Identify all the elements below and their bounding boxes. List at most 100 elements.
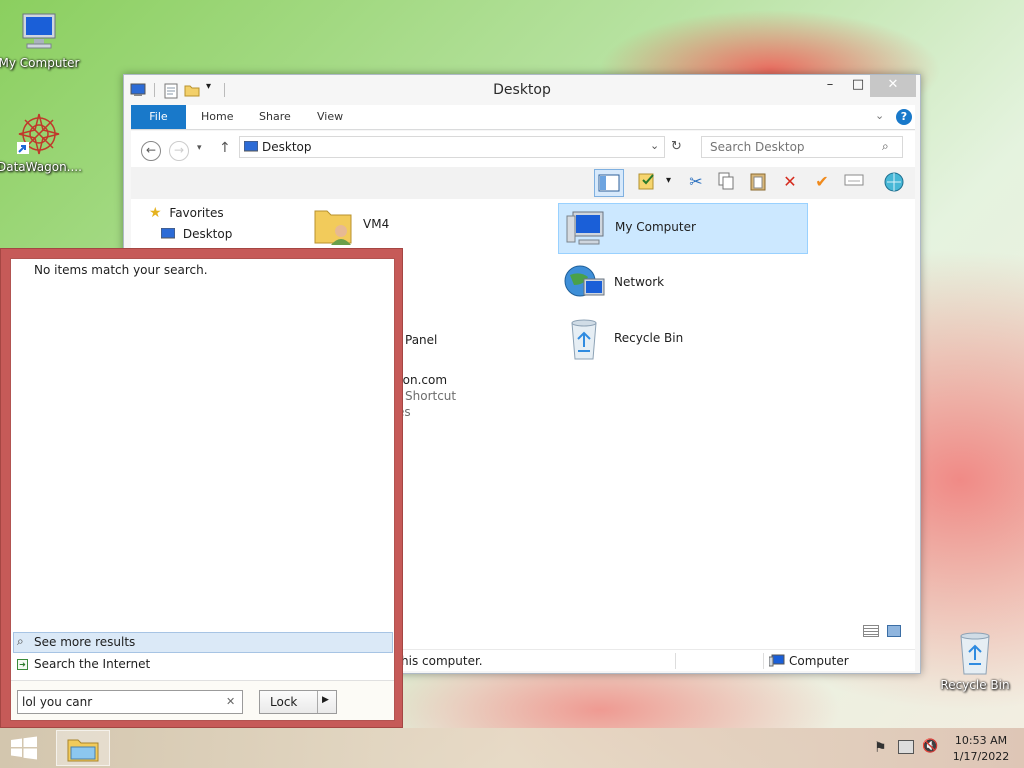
clock[interactable]: 10:53 AM 1/17/2022: [946, 733, 1016, 765]
item-name: Recycle Bin: [614, 331, 684, 345]
minimize-button[interactable]: –: [816, 75, 844, 97]
refresh-icon[interactable]: ↻: [671, 139, 682, 154]
search-placeholder: Search Desktop: [710, 140, 805, 154]
address-bar[interactable]: Desktop ⌄: [239, 136, 665, 158]
select-icon[interactable]: [636, 171, 658, 193]
nav-desktop-label: Desktop: [182, 227, 233, 241]
start-button[interactable]: [10, 736, 38, 760]
item-name: VM4: [363, 217, 390, 231]
status-text: his computer.: [401, 654, 483, 668]
recycle-bin-icon: [571, 319, 597, 360]
item-name: Network: [614, 275, 665, 289]
status-location: Computer: [789, 654, 849, 668]
lock-button[interactable]: Lock ▶: [259, 690, 337, 714]
item-name: My Computer: [615, 220, 696, 234]
recent-locations-icon[interactable]: ▾: [197, 143, 202, 153]
search-panel-body: No items match your search. ⌕ See more r…: [10, 258, 395, 721]
address-dropdown-icon[interactable]: ⌄: [650, 139, 659, 152]
action-center-flag-icon[interactable]: ⚑: [874, 740, 887, 756]
up-button[interactable]: ↑: [219, 140, 231, 156]
desktop-nav-icon: [160, 227, 176, 239]
user-folder-icon: [314, 210, 352, 245]
search-internet-label: Search the Internet: [34, 657, 151, 671]
search-results-list: No items match your search. ⌕ See more r…: [11, 259, 394, 679]
desktop-icon-label: DataWagon....: [0, 160, 82, 174]
status-divider: [675, 653, 676, 669]
list-item-selected[interactable]: My Computer: [558, 203, 808, 254]
recycle-bin-icon: [960, 632, 990, 675]
close-button[interactable]: ✕: [870, 75, 916, 97]
search-panel-footer: lol you canr ✕ Lock ▶: [11, 680, 394, 720]
desktop-icon-recycle-bin[interactable]: Recycle Bin: [933, 630, 1017, 692]
network-tray-icon[interactable]: [898, 740, 914, 754]
no-results-text: No items match your search.: [34, 263, 208, 277]
cut-icon[interactable]: ✂: [685, 171, 707, 193]
computer-status-icon: [769, 654, 785, 667]
preview-pane-icon[interactable]: [594, 169, 624, 197]
tab-home[interactable]: Home: [201, 105, 233, 129]
lock-button-label: Lock: [270, 695, 298, 709]
internet-search-icon: ➜: [17, 659, 28, 670]
title-bar[interactable]: ▾ Desktop – □ ✕: [124, 75, 920, 105]
list-item[interactable]: Network: [558, 259, 808, 309]
search-icon[interactable]: ⌕: [882, 139, 889, 154]
my-computer-icon: [22, 13, 56, 49]
taskbar: ⚑ 🔇 10:53 AM 1/17/2022: [0, 728, 1024, 768]
ribbon-tabs: File Home Share View ⌄ ?: [131, 105, 915, 130]
maximize-button[interactable]: □: [844, 75, 872, 97]
volume-muted-icon[interactable]: 🔇: [922, 739, 938, 754]
partial-text: Shortcut: [405, 389, 457, 403]
power-options-arrow-icon[interactable]: ▶: [322, 695, 329, 705]
file-explorer-icon: [67, 739, 99, 762]
taskbar-explorer-button[interactable]: [56, 730, 110, 766]
delete-icon[interactable]: ✕: [779, 171, 801, 193]
datawagon-icon: [17, 113, 60, 155]
search-panel: No items match your search. ⌕ See more r…: [0, 248, 403, 728]
toolbar: ▾ ✂ ✕ ✔: [131, 167, 915, 199]
paste-icon[interactable]: [747, 171, 769, 193]
desktop-icon-label: Recycle Bin: [940, 678, 1010, 692]
properties-toolbar-icon[interactable]: [843, 171, 865, 193]
tab-share[interactable]: Share: [259, 105, 291, 129]
nav-desktop[interactable]: Desktop: [160, 227, 233, 245]
select-dropdown-icon[interactable]: ▾: [666, 175, 671, 186]
see-more-results-label: See more results: [34, 635, 136, 649]
back-button[interactable]: ←: [141, 141, 161, 161]
clock-time: 10:53 AM: [954, 734, 1008, 747]
desktop-icon-datawagon[interactable]: DataWagon....: [0, 110, 82, 174]
internet-icon[interactable]: [883, 171, 905, 193]
clear-search-icon[interactable]: ✕: [226, 695, 235, 708]
list-item[interactable]: Recycle Bin: [558, 315, 808, 365]
see-more-results-link[interactable]: ⌕ See more results: [13, 632, 393, 653]
expand-ribbon-icon[interactable]: ⌄: [875, 109, 884, 122]
nav-favorites[interactable]: ★ Favorites: [149, 205, 224, 223]
network-icon: [564, 265, 605, 297]
start-search-input[interactable]: lol you canr ✕: [17, 690, 243, 714]
list-item[interactable]: VM4: [307, 203, 557, 253]
partial-text: Panel: [405, 333, 438, 347]
computer-icon: [566, 211, 604, 245]
details-view-icon[interactable]: [863, 625, 879, 637]
rename-check-icon[interactable]: ✔: [811, 171, 833, 193]
windows-logo-icon: [11, 736, 37, 760]
star-icon: ★: [149, 205, 162, 221]
desktop-icon-my-computer[interactable]: My Computer: [0, 10, 81, 70]
search-query-text: lol you canr: [22, 695, 93, 709]
search-input[interactable]: Search Desktop ⌕: [701, 136, 903, 158]
search-internet-link[interactable]: ➜ Search the Internet: [13, 655, 393, 676]
tab-view[interactable]: View: [317, 105, 343, 129]
status-divider: [763, 653, 764, 669]
desktop-icon-label: My Computer: [0, 56, 80, 70]
search-icon: ⌕: [17, 634, 24, 648]
help-icon[interactable]: ?: [896, 109, 912, 125]
large-icons-view-icon[interactable]: [887, 625, 901, 637]
address-text: Desktop: [262, 140, 312, 154]
desktop-location-icon: [244, 141, 258, 152]
tab-file[interactable]: File: [131, 105, 186, 129]
window-title: Desktop: [493, 82, 551, 98]
forward-button[interactable]: →: [169, 141, 189, 161]
clock-date: 1/17/2022: [952, 750, 1010, 763]
copy-icon[interactable]: [715, 171, 737, 193]
address-row: ← → ▾ ↑ Desktop ⌄ ↻ Search Desktop ⌕: [131, 131, 915, 167]
nav-favorites-label: Favorites: [169, 206, 224, 220]
